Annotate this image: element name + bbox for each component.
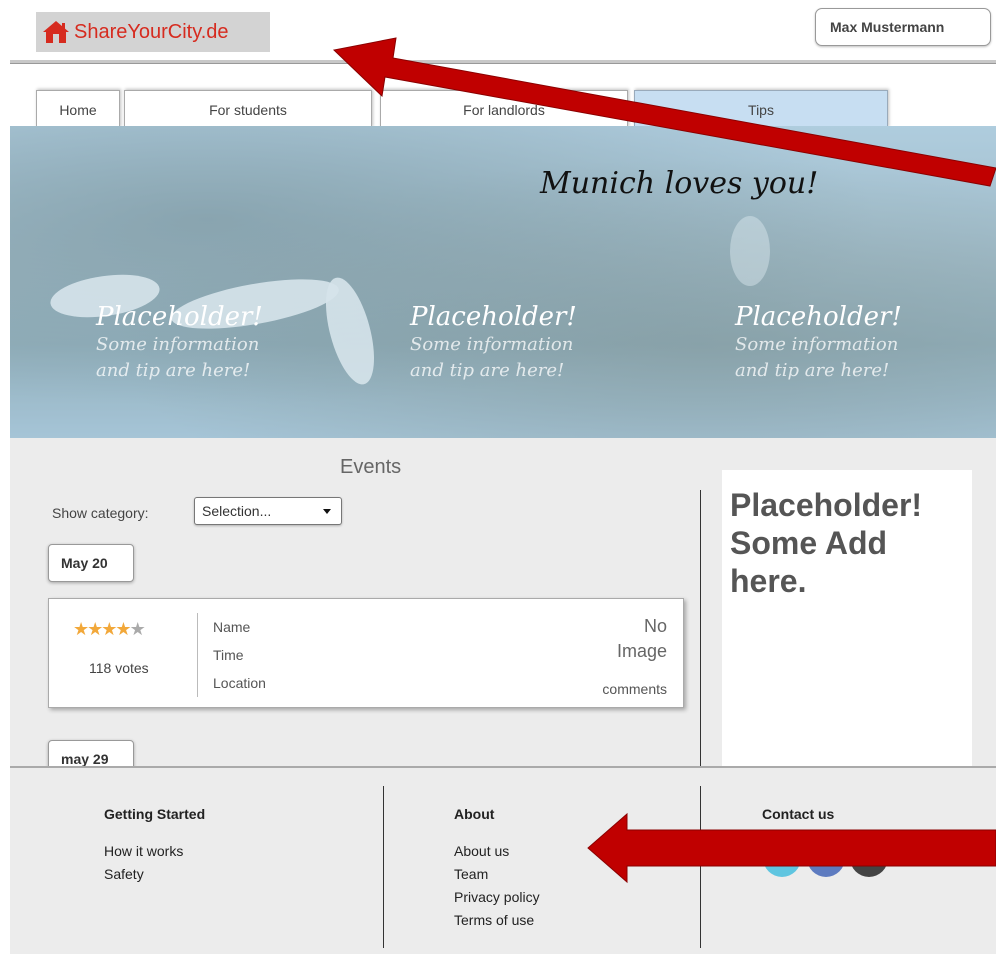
footer-link-team[interactable]: Team	[454, 863, 540, 886]
placeholder-line: Some information	[410, 334, 574, 355]
footer-link-terms-of-use[interactable]: Terms of use	[454, 909, 540, 932]
twitter-icon[interactable]	[763, 839, 801, 877]
star-rating: ★★★★★	[73, 619, 146, 640]
placeholder-line: and tip are here!	[96, 360, 251, 381]
event-card[interactable]: ★★★★★ 118 votes Name Time Location No Im…	[48, 598, 684, 708]
footer-link-safety[interactable]: Safety	[104, 863, 205, 886]
placeholder-line: and tip are here!	[735, 360, 890, 381]
event-name: Name	[213, 619, 251, 635]
date-button[interactable]: May 20	[48, 544, 134, 582]
footer-divider	[383, 786, 384, 948]
header-divider	[10, 60, 996, 64]
tab-for-landlords[interactable]: For landlords	[380, 90, 628, 128]
event-time: Time	[213, 647, 244, 663]
hero-placeholder: Placeholder! Some information and tip ar…	[410, 302, 577, 384]
chevron-down-icon	[323, 509, 331, 514]
site-logo[interactable]: ShareYourCity.de	[36, 12, 270, 52]
category-select[interactable]: Selection...	[194, 497, 342, 525]
tab-for-students[interactable]: For students	[124, 90, 372, 128]
events-heading: Events	[340, 456, 402, 478]
house-icon	[43, 21, 69, 43]
category-select-value: Selection...	[202, 503, 272, 519]
placeholder-line: and tip are here!	[410, 360, 565, 381]
star-icon: ★	[87, 619, 103, 639]
footer-divider	[700, 786, 701, 948]
hero-placeholder: Placeholder! Some information and tip ar…	[735, 302, 902, 384]
placeholder-title: Placeholder!	[96, 302, 263, 332]
hero-banner: Munich loves you! Placeholder! Some info…	[10, 126, 996, 438]
no-image-placeholder: No Image	[617, 614, 667, 664]
no-image-line: Image	[616, 641, 667, 661]
star-icon: ★	[101, 619, 117, 639]
category-label: Show category:	[52, 505, 149, 521]
placeholder-line: Some information	[735, 334, 899, 355]
facebook-icon[interactable]: f	[807, 839, 845, 877]
no-image-line: No	[643, 616, 667, 636]
footer-getting-started: Getting Started How it works Safety	[104, 806, 205, 886]
comments-link[interactable]: comments	[602, 681, 667, 697]
footer-heading: Contact us	[762, 806, 835, 822]
tab-tips[interactable]: Tips	[634, 90, 888, 128]
vote-count: 118 votes	[89, 660, 149, 676]
tab-home[interactable]: Home	[36, 90, 120, 128]
card-divider	[197, 613, 198, 697]
star-icon: ★	[115, 619, 131, 639]
footer-contact: Contact us	[762, 806, 834, 840]
footer-link-privacy-policy[interactable]: Privacy policy	[454, 886, 540, 909]
footer-link-how-it-works[interactable]: How it works	[104, 840, 205, 863]
column-divider	[700, 490, 701, 770]
star-icon: ★	[73, 619, 89, 639]
footer-heading: About	[454, 806, 495, 822]
user-menu-button[interactable]: Max Mustermann	[815, 8, 991, 46]
footer-heading: Getting Started	[104, 806, 206, 822]
placeholder-title: Placeholder!	[735, 302, 902, 332]
hero-title: Munich loves you!	[540, 166, 819, 201]
ad-text: Placeholder! Some Add here.	[730, 487, 923, 599]
star-icon: ★	[129, 619, 146, 639]
hero-placeholder: Placeholder! Some information and tip ar…	[96, 302, 263, 384]
footer-link-about-us[interactable]: About us	[454, 840, 540, 863]
google-plus-icon[interactable]: +1	[850, 839, 888, 877]
event-location: Location	[213, 675, 266, 691]
placeholder-line: Some information	[96, 334, 260, 355]
logo-text: ShareYourCity.de	[74, 20, 229, 43]
placeholder-title: Placeholder!	[410, 302, 577, 332]
footer-about: About About us Team Privacy policy Terms…	[454, 806, 540, 932]
ad-box: Placeholder! Some Add here.	[722, 470, 972, 770]
